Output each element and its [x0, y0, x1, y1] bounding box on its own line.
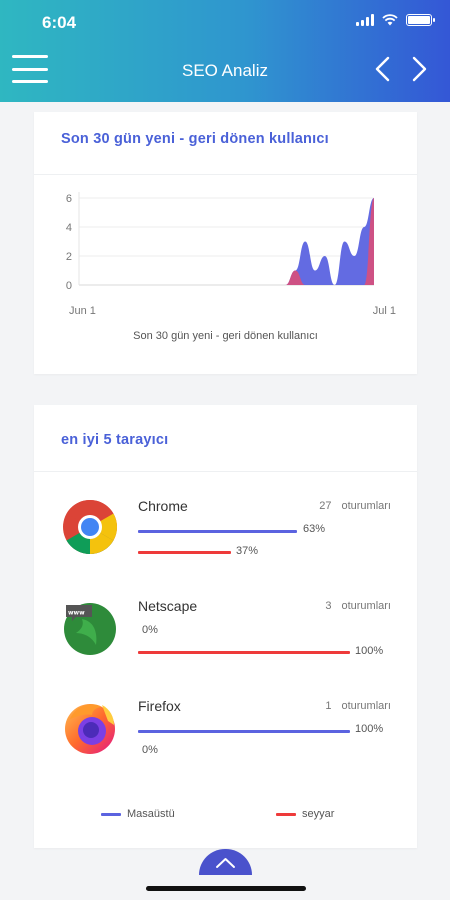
users-area-chart: 0 2 4 6 Jun 1 Jul 1: [66, 192, 396, 317]
browsers-card-title: en iyi 5 tarayıcı: [61, 432, 169, 448]
session-number: 27: [319, 500, 332, 512]
x-tick-label: Jun 1: [69, 305, 96, 317]
legend-label: Masaüstü: [127, 808, 175, 820]
browsers-card: en iyi 5 tarayıcı Chrome 27 oturumları 6…: [34, 405, 417, 848]
legend-swatch: [276, 812, 296, 816]
session-number: 3: [325, 600, 332, 612]
mobile-share-label: 100%: [355, 645, 384, 657]
session-label: oturumları: [341, 600, 391, 612]
y-tick-label: 6: [66, 193, 72, 205]
home-indicator: [146, 886, 306, 891]
legend-label: seyyar: [302, 808, 335, 820]
browser-name: Netscape: [138, 598, 198, 614]
legend-mobile: seyyar: [276, 808, 334, 820]
session-count: 3 oturumları: [325, 600, 391, 612]
mobile-share-label: 0%: [142, 744, 158, 756]
app-header: 6:04 SEO Analiz: [0, 0, 450, 102]
desktop-share-label: 100%: [355, 723, 384, 735]
chart-caption: Son 30 gün yeni - geri dönen kullanıcı: [133, 330, 318, 342]
session-label: oturumları: [341, 500, 391, 512]
y-tick-label: 2: [66, 251, 72, 263]
session-number: 1: [325, 700, 332, 712]
desktop-share-bar: [138, 730, 350, 733]
y-tick-label: 4: [66, 222, 72, 234]
legend-desktop: Masaüstü: [101, 808, 175, 820]
chevron-left-icon[interactable]: [370, 54, 396, 84]
battery-icon: [406, 14, 435, 26]
desktop-share-bar: [138, 530, 297, 533]
wifi-icon: [382, 14, 398, 26]
x-tick-label: Jul 1: [373, 305, 396, 317]
y-tick-label: 0: [66, 280, 72, 292]
signal-icon: [356, 14, 374, 26]
scroll-to-top-button[interactable]: [199, 849, 252, 875]
status-time: 6:04: [42, 13, 77, 32]
mobile-share-bar: [138, 651, 350, 654]
chevron-right-icon[interactable]: [406, 54, 432, 84]
session-count: 1 oturumları: [325, 700, 391, 712]
session-label: oturumları: [341, 700, 391, 712]
browser-row-firefox: Firefox 1 oturumları 100% 0%: [34, 693, 417, 773]
chevron-up-icon: [216, 858, 235, 868]
hamburger-icon-line: [12, 55, 48, 58]
netscape-icon: www: [64, 603, 116, 655]
chrome-icon: [63, 499, 118, 555]
svg-text:www: www: [68, 610, 85, 617]
divider: [34, 471, 417, 472]
status-icons: [356, 14, 435, 26]
desktop-share-label: 0%: [142, 624, 158, 636]
browser-row-chrome: Chrome 27 oturumları 63% 37%: [34, 493, 417, 573]
browser-name: Chrome: [138, 498, 188, 514]
traffic-card: Son 30 gün yeni - geri dönen kullanıcı 0…: [34, 112, 417, 374]
firefox-icon: [65, 704, 115, 754]
mobile-share-label: 37%: [236, 545, 259, 557]
mobile-share-bar: [138, 551, 231, 554]
session-count: 27 oturumları: [319, 500, 391, 512]
legend-swatch: [101, 812, 121, 816]
browser-name: Firefox: [138, 698, 181, 714]
browser-row-netscape: www Netscape 3 oturumları 0% 100%: [34, 593, 417, 673]
area-series: [79, 198, 374, 285]
desktop-share-label: 63%: [303, 523, 326, 535]
